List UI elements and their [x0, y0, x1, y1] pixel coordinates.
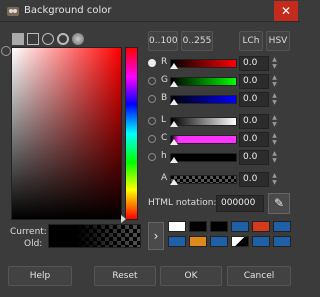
- history-swatch[interactable]: [252, 221, 270, 232]
- channel-radio-b[interactable]: [148, 95, 156, 103]
- channel-slider-b[interactable]: [170, 95, 237, 104]
- spin-arrows[interactable]: ▲ ▼: [270, 92, 279, 107]
- ok-button[interactable]: OK: [160, 266, 222, 286]
- triangle-selector-icon[interactable]: [42, 33, 54, 45]
- channel-label-c: C: [161, 133, 168, 143]
- history-swatch[interactable]: [252, 236, 270, 247]
- hue-marker[interactable]: [121, 215, 126, 223]
- channel-radio-r[interactable]: [148, 59, 156, 67]
- slider-handle[interactable]: [170, 179, 178, 185]
- color-field[interactable]: [11, 47, 122, 220]
- cancel-button[interactable]: Cancel: [227, 266, 291, 286]
- channel-value-a[interactable]: 0.0: [239, 172, 269, 187]
- watercolor-selector-icon[interactable]: [72, 33, 84, 45]
- gimp-selector-icon[interactable]: [12, 33, 24, 45]
- channel-value-r[interactable]: 0.0: [239, 56, 269, 71]
- spin-arrows[interactable]: ▲ ▼: [270, 172, 279, 187]
- slider-handle[interactable]: [170, 63, 178, 69]
- add-to-history-arrow-icon[interactable]: ›: [148, 222, 164, 250]
- history-swatch[interactable]: [189, 221, 207, 232]
- html-notation-label: HTML notation:: [148, 198, 217, 208]
- range-0-255-button[interactable]: 0..255: [181, 31, 213, 51]
- slider-handle[interactable]: [170, 81, 178, 87]
- channel-label-g: G: [161, 75, 168, 85]
- channel-row-c: C 0.0 ▲ ▼: [148, 132, 296, 147]
- channel-slider-c[interactable]: [170, 135, 237, 144]
- spin-arrows[interactable]: ▲ ▼: [270, 114, 279, 129]
- gimp-app-icon: [7, 7, 19, 16]
- channel-value-b[interactable]: 0.0: [239, 92, 269, 107]
- channel-slider-r[interactable]: [170, 59, 237, 68]
- eyedropper-icon[interactable]: ✎: [268, 193, 290, 214]
- channel-value-h[interactable]: 0.0: [239, 150, 269, 165]
- channel-radio-c[interactable]: [148, 135, 156, 143]
- channel-row-r: R 0.0 ▲ ▼: [148, 56, 296, 71]
- channel-slider-h[interactable]: [170, 153, 237, 162]
- html-notation-input[interactable]: 000000: [216, 195, 264, 212]
- channel-label-a: A: [161, 173, 168, 183]
- channel-label-l: L: [161, 115, 167, 125]
- wheel-selector-icon[interactable]: [57, 33, 69, 45]
- hue-strip[interactable]: [125, 47, 138, 220]
- channel-slider-a[interactable]: [170, 175, 237, 184]
- slider-handle[interactable]: [170, 157, 178, 163]
- close-button[interactable]: ✕: [274, 1, 298, 21]
- channel-label-r: R: [161, 57, 168, 67]
- cmyk-selector-icon[interactable]: [27, 33, 39, 45]
- history-swatch[interactable]: [189, 236, 207, 247]
- old-label: Old:: [24, 239, 43, 249]
- color-field-cursor[interactable]: [1, 46, 11, 56]
- channel-row-a: A 0.0 ▲ ▼: [148, 172, 296, 187]
- channel-label-h: h: [161, 151, 167, 161]
- help-button[interactable]: Help: [8, 266, 72, 286]
- history-swatch[interactable]: [210, 221, 228, 232]
- history-swatch[interactable]: [231, 221, 249, 232]
- lch-button[interactable]: LCh: [239, 31, 263, 51]
- current-old-swatch: [48, 224, 141, 248]
- channel-row-b: B 0.0 ▲ ▼: [148, 92, 296, 107]
- spin-arrows[interactable]: ▲ ▼: [270, 132, 279, 147]
- history-swatch[interactable]: [168, 221, 186, 232]
- channel-radio-h[interactable]: [148, 153, 156, 161]
- current-label: Current:: [10, 227, 47, 237]
- channel-value-l[interactable]: 0.0: [239, 114, 269, 129]
- channel-label-b: B: [161, 93, 168, 103]
- spin-arrows[interactable]: ▲ ▼: [270, 150, 279, 165]
- history-swatch[interactable]: [273, 236, 291, 247]
- history-swatch[interactable]: [210, 236, 228, 247]
- reset-button[interactable]: Reset: [94, 266, 156, 286]
- channel-radio-l[interactable]: [148, 117, 156, 125]
- channel-row-g: G 0.0 ▲ ▼: [148, 74, 296, 89]
- history-swatch[interactable]: [168, 236, 186, 247]
- channel-row-l: L 0.0 ▲ ▼: [148, 114, 296, 129]
- channel-value-c[interactable]: 0.0: [239, 132, 269, 147]
- channel-value-g[interactable]: 0.0: [239, 74, 269, 89]
- channel-row-h: h 0.0 ▲ ▼: [148, 150, 296, 165]
- history-swatch[interactable]: [231, 236, 249, 247]
- slider-handle[interactable]: [170, 99, 178, 105]
- window-title: Background color: [24, 5, 112, 16]
- spin-arrows[interactable]: ▲ ▼: [270, 56, 279, 71]
- channel-slider-l[interactable]: [170, 117, 237, 126]
- spin-arrows[interactable]: ▲ ▼: [270, 74, 279, 89]
- slider-handle[interactable]: [170, 121, 178, 127]
- range-0-100-button[interactable]: 0..100: [148, 31, 178, 51]
- channel-radio-g[interactable]: [148, 77, 156, 85]
- hsv-button[interactable]: HSV: [266, 31, 290, 51]
- history-swatch[interactable]: [273, 221, 291, 232]
- channel-slider-g[interactable]: [170, 77, 237, 86]
- color-history: [168, 221, 294, 251]
- slider-handle[interactable]: [170, 139, 178, 145]
